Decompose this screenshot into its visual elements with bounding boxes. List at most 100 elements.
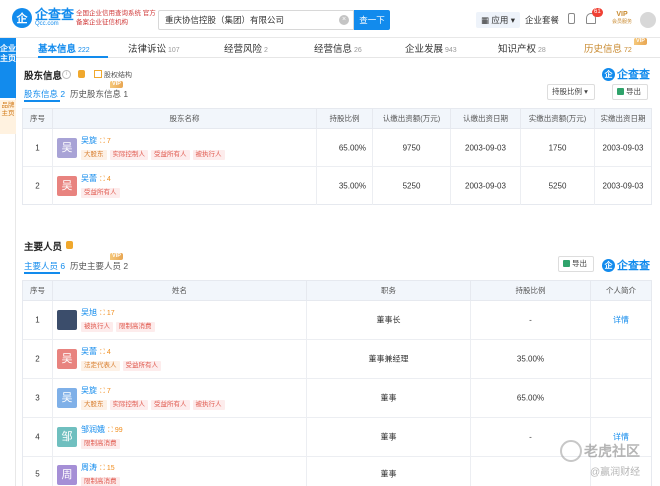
cell-sub-date-text: 2003-09-03 [465, 143, 506, 152]
tab-operating-risk[interactable]: 经营风险 2 [224, 41, 268, 55]
qcc-logo[interactable]: 企 企查查 Qcc.com [12, 8, 74, 28]
personnel-title: 主要人员 [24, 242, 63, 253]
cell-ratio-text: 35.00% [516, 354, 545, 364]
holdings-count: ⛶ 15 [100, 465, 115, 472]
cell-no-text: 1 [35, 143, 40, 152]
equity-structure-link[interactable]: 股权结构 [104, 70, 132, 80]
tab-litigation[interactable]: 法律诉讼 107 [128, 41, 180, 55]
person-name-link[interactable]: 邹润娥 ⛶ 99 [81, 424, 123, 435]
cell-ratio-text: 35.00% [338, 181, 366, 191]
vip-service-label: 会员服务 [611, 19, 632, 25]
tab-count: 943 [445, 47, 457, 54]
table-row: 1 吴 吴旋 ⛶ 7 大股东 实际控制人 受益所有人 被执行人 65.00% 9750 … [23, 129, 651, 167]
avatar[interactable]: 邹 [57, 427, 77, 447]
search-input[interactable]: 重庆协信控股（集团）有限公司 × [158, 10, 354, 30]
cell-paid-date: 2003-09-03 [595, 129, 651, 166]
avatar[interactable]: 吴 [57, 349, 77, 369]
phone-icon[interactable] [568, 13, 575, 24]
cell-sub-date: 2003-09-03 [451, 167, 521, 205]
shareholder-name-link[interactable]: 吴蕾 ⛶ 4 [81, 173, 111, 184]
subtab-history-shareholders[interactable]: 历史股东信息 1 [70, 88, 128, 100]
tag: 受益所有人 [81, 188, 120, 198]
nav-suite-link[interactable]: 企业套餐 [525, 14, 559, 26]
tag: 被执行人 [81, 322, 113, 332]
tag: 受益所有人 [122, 361, 161, 371]
top-header: 企 企查查 Qcc.com 全国企业信用查询系统 官方备案企业征信机构 重庆协信… [0, 0, 660, 38]
shareholder-name-link[interactable]: 吴旋 ⛶ 7 [81, 135, 111, 146]
holding-ratio-filter[interactable]: 持股比例 ▾ [547, 84, 595, 100]
tab-development[interactable]: 企业发展 943 [405, 41, 457, 55]
avatar[interactable]: 吴 [57, 176, 77, 196]
tag: 受益所有人 [151, 400, 190, 410]
name-text: 吴旭 [81, 308, 97, 317]
cell-no: 1 [23, 301, 53, 339]
rail-company-home[interactable]: 企业主页 [0, 38, 16, 98]
subtab-shareholders[interactable]: 股东信息 2 [24, 88, 65, 100]
col-header: 个人简介 [606, 286, 636, 295]
tag: 被执行人 [192, 400, 225, 410]
cell-no: 3 [23, 379, 53, 417]
tag: 被执行人 [192, 150, 225, 160]
brand-mark-icon: 企 [602, 258, 615, 272]
col-header: 实缴出资日期 [600, 114, 646, 123]
cell-paid-amount-text: 1750 [548, 143, 567, 152]
cell-no-text: 2 [35, 354, 40, 364]
person-name-link[interactable]: 周涛 ⛶ 15 [81, 462, 115, 473]
apps-menu-button[interactable]: ▦ 应用 ▾ [476, 12, 521, 28]
person-name-link[interactable]: 吴旋 ⛶ 7 [81, 385, 111, 396]
cell-person: 吴 吴蕾 ⛶ 4 法定代表人 受益所有人 [53, 340, 307, 378]
cell-paid-date-text: 2003-09-03 [602, 143, 644, 152]
personnel-table: 序号 姓名 职务 持股比例 个人简介 1 吴旭 ⛶ 17 被执行人 限制高消费 董事… [22, 280, 652, 486]
col-header: 姓名 [53, 281, 307, 301]
tab-label: 历史信息 [584, 44, 623, 55]
info-icon[interactable]: i [62, 70, 71, 79]
cell-shareholder: 吴 吴旋 ⛶ 7 大股东 实际控制人 受益所有人 被执行人 [53, 129, 317, 166]
col-header: 认缴出资日期 [451, 109, 521, 129]
cell-ratio-text: 65.00% [338, 143, 366, 152]
cell-title-text: 董事 [380, 432, 397, 442]
vip-service-button[interactable]: VIP 会员服务 [608, 11, 636, 29]
bio-detail-link[interactable]: 详情 [591, 315, 651, 326]
cell-no-text: 3 [35, 393, 40, 403]
holdings-count: ⛶ 7 [100, 388, 111, 395]
export-button[interactable]: 导出 [558, 256, 594, 272]
cell-bio [591, 340, 651, 378]
rail-brand-home[interactable]: 品牌主页 [0, 100, 16, 134]
cell-person: 周 周涛 ⛶ 15 限制高消费 [53, 457, 307, 486]
subtab-history-personnel[interactable]: 历史主要人员 2 [70, 260, 128, 272]
person-photo[interactable] [57, 310, 77, 330]
watermark-text: 老虎社区 [584, 443, 640, 459]
tab-ip[interactable]: 知识产权 28 [498, 41, 546, 55]
table-row: 3 吴 吴旋 ⛶ 7 大股东 实际控制人 受益所有人 被执行人 董事 65.00% [23, 379, 651, 418]
vip-tag: VIP [110, 81, 123, 88]
tag: 受益所有人 [151, 150, 190, 160]
person-name-link[interactable]: 吴蕾 ⛶ 4 [81, 346, 111, 357]
cell-paid-amount-text: 5250 [548, 181, 567, 191]
tab-basic-info[interactable]: 基本信息 222 [38, 41, 90, 55]
clear-icon[interactable]: × [339, 15, 349, 25]
tag-list: 法定代表人 受益所有人 [81, 360, 164, 371]
avatar[interactable]: 吴 [57, 138, 77, 158]
cell-person: 邹 邹润娥 ⛶ 99 限制高消费 [53, 418, 307, 456]
search-button[interactable]: 查一下 [354, 10, 390, 30]
cell-title-text: 董事 [380, 469, 397, 478]
logo-sub: Qcc.com [35, 21, 59, 27]
avatar[interactable]: 周 [57, 465, 77, 485]
avatar[interactable]: 吴 [57, 388, 77, 408]
person-name-link[interactable]: 吴旭 ⛶ 17 [81, 307, 115, 318]
tab-operating-info[interactable]: 经营信息 26 [314, 41, 362, 55]
content-card: 股东信息 i 股权结构 企 企查查 股东信息 2 历史股东信息 1 VIP 持股… [16, 58, 660, 486]
brand-text: 企查查 [617, 260, 650, 272]
chevron-down-icon: ▾ [584, 87, 588, 96]
shareholders-title: 股东信息 [24, 71, 63, 82]
subtab-personnel[interactable]: 主要人员 6 [24, 260, 65, 272]
export-button[interactable]: 导出 [612, 84, 648, 100]
cell-paid-amount: 1750 [521, 129, 595, 166]
user-avatar[interactable] [640, 12, 656, 28]
tab-count: 28 [538, 47, 546, 54]
holdings-count: ⛶ 99 [108, 427, 123, 434]
table-row: 1 吴旭 ⛶ 17 被执行人 限制高消费 董事长 - 详情 [23, 301, 651, 340]
table-row: 2 吴 吴蕾 ⛶ 4 法定代表人 受益所有人 董事兼经理 35.00% [23, 340, 651, 379]
holdings-count-text: 15 [106, 465, 115, 472]
tab-history[interactable]: 历史信息 72 [584, 41, 632, 55]
